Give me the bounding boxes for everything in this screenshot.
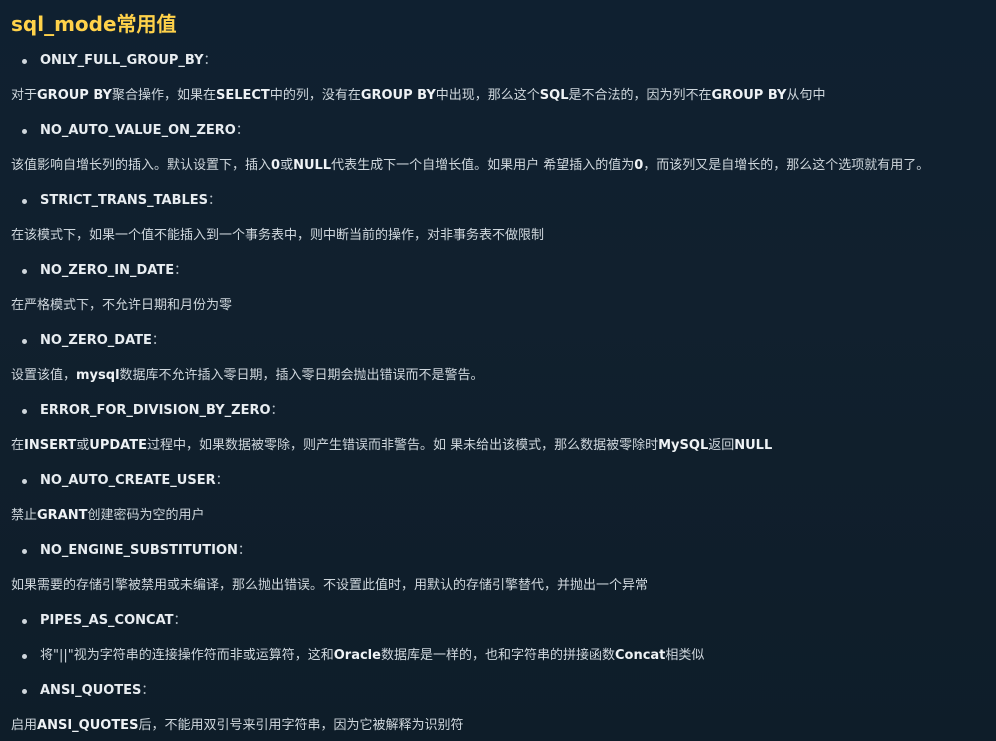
keyword-text: Concat xyxy=(614,648,666,663)
mode-name: PIPES_AS_CONCAT xyxy=(40,613,174,628)
keyword-text: NULL xyxy=(734,438,773,453)
mode-name: ERROR_FOR_DIVISION_BY_ZERO xyxy=(40,403,271,418)
colon-separator: ： xyxy=(235,123,249,138)
plain-text: 对于 xyxy=(11,88,38,103)
plain-text: 在严格模式下，不允许日期和月份为零 xyxy=(11,298,233,313)
keyword-text: GRANT xyxy=(37,508,88,523)
colon-separator: ： xyxy=(215,473,229,488)
mode-bullet-description: 将"||"视为字符串的连接操作符而非或运算符，这和Oracle数据库是一样的，也… xyxy=(22,646,704,666)
bullet-dot-icon xyxy=(22,478,27,484)
keyword-text: GROUP BY xyxy=(37,88,112,103)
colon-separator: ： xyxy=(208,193,222,208)
plain-text: ，而该列又是自增长的，那么这个选项就有用了。 xyxy=(643,158,930,173)
mode-item: NO_ZERO_DATE： xyxy=(22,331,165,351)
plain-text: 中的列，没有在 xyxy=(269,88,361,103)
mode-name: ONLY_FULL_GROUP_BY xyxy=(40,53,204,68)
mode-item: ERROR_FOR_DIVISION_BY_ZERO： xyxy=(22,401,284,421)
plain-text: 启用 xyxy=(11,718,38,733)
mode-item: ANSI_QUOTES： xyxy=(22,681,154,701)
mode-name: ANSI_QUOTES xyxy=(40,683,142,698)
colon-separator: ： xyxy=(173,613,187,628)
plain-text: 返回 xyxy=(708,438,735,453)
mode-name: NO_ENGINE_SUBSTITUTION xyxy=(40,543,238,558)
mode-name: NO_AUTO_CREATE_USER xyxy=(40,473,216,488)
plain-text: 中出现，那么这个 xyxy=(435,88,540,103)
keyword-text: SQL xyxy=(539,88,569,103)
keyword-text: SELECT xyxy=(215,88,270,103)
keyword-text: ANSI_QUOTES xyxy=(37,718,139,733)
keyword-text: UPDATE xyxy=(89,438,147,453)
description-text: 禁止GRANT创建密码为空的用户 xyxy=(11,506,205,526)
bullet-dot-icon xyxy=(22,268,27,274)
bullet-dot-icon xyxy=(22,618,27,624)
plain-text: 数据库不允许插入零日期，插入零日期会抛出错误而不是警告。 xyxy=(119,368,484,383)
description-text: 设置该值，mysql数据库不允许插入零日期，插入零日期会抛出错误而不是警告。 xyxy=(11,366,484,386)
bullet-dot-icon xyxy=(22,128,27,134)
plain-text: 或 xyxy=(280,158,294,173)
plain-text: 代表生成下一个自增长值。如果用户 希望插入的值为 xyxy=(331,158,635,173)
plain-text: 设置该值， xyxy=(11,368,77,383)
colon-separator: ： xyxy=(151,333,165,348)
keyword-text: GROUP BY xyxy=(360,88,436,103)
mode-item: NO_ZERO_IN_DATE： xyxy=(22,261,187,281)
mode-name: NO_ZERO_IN_DATE xyxy=(40,263,175,278)
keyword-text: GROUP BY xyxy=(711,88,787,103)
plain-text: 该值影响自增长列的插入。默认设置下，插入 xyxy=(11,158,272,173)
mode-item: PIPES_AS_CONCAT： xyxy=(22,611,187,631)
bullet-dot-icon xyxy=(22,408,27,414)
bullet-dot-icon xyxy=(22,198,27,204)
keyword-text: INSERT xyxy=(24,438,77,453)
description-text: 在INSERT或UPDATE过程中，如果数据被零除，则产生错误而非警告。如 果未… xyxy=(11,436,772,456)
plain-text: 数据库是一样的，也和字符串的拼接函数 xyxy=(380,648,615,663)
mode-item: ONLY_FULL_GROUP_BY： xyxy=(22,51,217,71)
colon-separator: ： xyxy=(141,683,155,698)
mode-item: NO_AUTO_VALUE_ON_ZERO： xyxy=(22,121,249,141)
plain-text: 聚合操作，如果在 xyxy=(111,88,216,103)
description-text: 将"||"视为字符串的连接操作符而非或运算符，这和Oracle数据库是一样的，也… xyxy=(40,646,704,666)
plain-text: 创建密码为空的用户 xyxy=(87,508,205,523)
plain-text: 如果需要的存储引擎被禁用或未编译，那么抛出错误。不设置此值时，用默认的存储引擎替… xyxy=(11,578,649,593)
plain-text: 从句中 xyxy=(786,88,826,103)
plain-text: 或 xyxy=(76,438,90,453)
plain-text: 后，不能用双引号来引用字符串，因为它被解释为识别符 xyxy=(138,718,464,733)
colon-separator: ： xyxy=(270,403,284,418)
bullet-dot-icon xyxy=(22,688,27,694)
bullet-dot-icon xyxy=(22,548,27,554)
plain-text: 将"||"视为字符串的连接操作符而非或运算符，这和 xyxy=(40,648,334,663)
colon-separator: ： xyxy=(237,543,251,558)
keyword-text: mysql xyxy=(76,368,120,383)
description-text: 如果需要的存储引擎被禁用或未编译，那么抛出错误。不设置此值时，用默认的存储引擎替… xyxy=(11,576,648,596)
mode-name: STRICT_TRANS_TABLES xyxy=(40,193,209,208)
bullet-dot-icon xyxy=(22,58,27,64)
mode-item: NO_ENGINE_SUBSTITUTION： xyxy=(22,541,251,561)
keyword-text: 0 xyxy=(634,158,644,173)
description-text: 启用ANSI_QUOTES后，不能用双引号来引用字符串，因为它被解释为识别符 xyxy=(11,716,463,736)
plain-text: 在该模式下，如果一个值不能插入到一个事务表中，则中断当前的操作，对非事务表不做限… xyxy=(11,228,545,243)
mode-name: NO_ZERO_DATE xyxy=(40,333,152,348)
keyword-text: MySQL xyxy=(658,438,709,453)
keyword-text: 0 xyxy=(271,158,281,173)
page-title: sql_mode常用值 xyxy=(11,12,177,36)
colon-separator: ： xyxy=(203,53,217,68)
plain-text: 在 xyxy=(11,438,25,453)
keyword-text: Oracle xyxy=(333,648,381,663)
bullet-dot-icon xyxy=(22,653,27,659)
description-text: 在严格模式下，不允许日期和月份为零 xyxy=(11,296,232,316)
document: sql_mode常用值 xyxy=(11,8,991,40)
colon-separator: ： xyxy=(174,263,188,278)
mode-name: NO_AUTO_VALUE_ON_ZERO xyxy=(40,123,236,138)
description-text: 该值影响自增长列的插入。默认设置下，插入0或NULL代表生成下一个自增长值。如果… xyxy=(11,156,929,176)
plain-text: 过程中，如果数据被零除，则产生错误而非警告。如 果未给出该模式，那么数据被零除时 xyxy=(146,438,659,453)
plain-text: 相类似 xyxy=(665,648,705,663)
bullet-dot-icon xyxy=(22,338,27,344)
keyword-text: NULL xyxy=(293,158,332,173)
description-text: 对于GROUP BY聚合操作，如果在SELECT中的列，没有在GROUP BY中… xyxy=(11,86,825,106)
plain-text: 禁止 xyxy=(11,508,38,523)
mode-item: STRICT_TRANS_TABLES： xyxy=(22,191,221,211)
description-text: 在该模式下，如果一个值不能插入到一个事务表中，则中断当前的操作，对非事务表不做限… xyxy=(11,226,544,246)
mode-item: NO_AUTO_CREATE_USER： xyxy=(22,471,229,491)
plain-text: 是不合法的，因为列不在 xyxy=(568,88,712,103)
